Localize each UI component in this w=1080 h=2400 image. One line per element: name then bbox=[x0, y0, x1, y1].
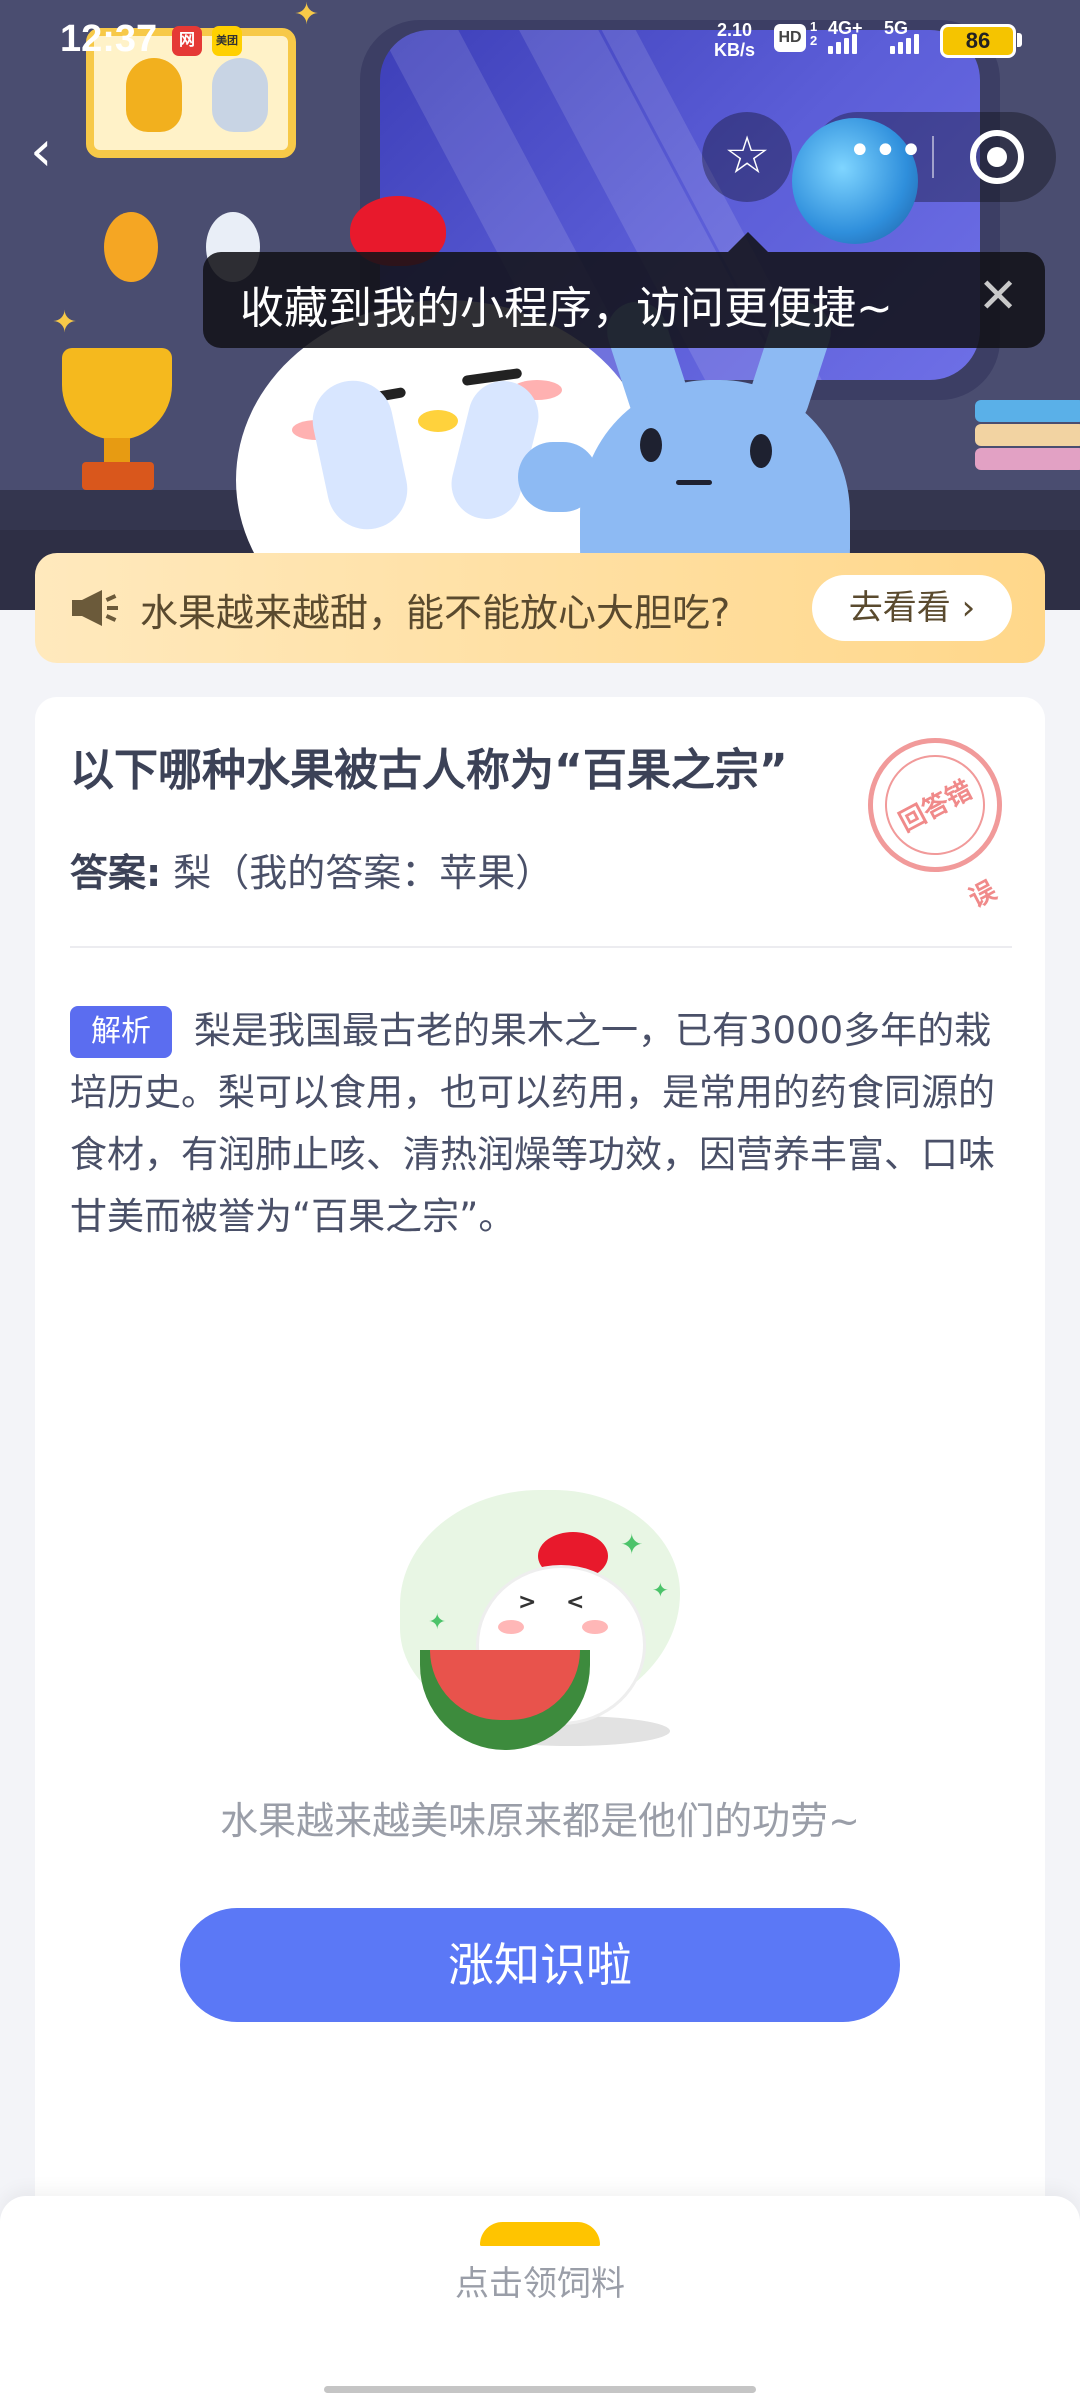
back-button[interactable]: ‹ bbox=[30, 124, 90, 184]
learn-more-button[interactable]: 涨知识啦 bbox=[180, 1908, 900, 2022]
notice-view-button[interactable]: 去看看 › bbox=[812, 575, 1012, 641]
divider bbox=[70, 946, 1012, 948]
capsule-divider bbox=[932, 136, 934, 178]
claim-feed-label[interactable]: 点击领饲料 bbox=[0, 2256, 1080, 2305]
books-icon bbox=[975, 400, 1080, 490]
hen-eye: > bbox=[518, 1590, 537, 1615]
favorite-star-button[interactable]: ☆ bbox=[702, 112, 792, 202]
battery-tip bbox=[1017, 33, 1022, 47]
rabbit-mouth bbox=[676, 480, 712, 485]
question-title: 以下哪种水果被古人称为“百果之宗” bbox=[70, 745, 788, 796]
sparkle-icon: ✦ bbox=[620, 1528, 644, 1561]
sim-slot-label: 1 2 bbox=[810, 19, 818, 48]
network-4g-label: 4G+ bbox=[828, 18, 863, 38]
meituan-app-icon: 美团 bbox=[212, 26, 242, 56]
notice-text: 水果越来越甜，能不能放心大胆吃? bbox=[140, 591, 731, 635]
sparkle-icon: ✦ bbox=[428, 1610, 447, 1635]
analysis-badge: 解析 bbox=[70, 1006, 172, 1058]
rabbit-eye bbox=[640, 428, 662, 462]
answer-label: 答案: bbox=[70, 851, 162, 895]
net-speed-value: 2.10 bbox=[716, 20, 753, 40]
rabbit-hand bbox=[518, 442, 598, 512]
sparkle-icon: ✦ bbox=[652, 1578, 669, 1602]
trophy-base bbox=[82, 462, 154, 490]
more-options-button[interactable]: ••• bbox=[848, 128, 925, 174]
close-program-button[interactable] bbox=[970, 130, 1024, 184]
trophy-stem bbox=[104, 438, 130, 464]
analysis-text: 梨是我国最古老的果木之一，已有3000多年的栽培历史。梨可以食用，也可以药用，是… bbox=[70, 1009, 995, 1238]
battery-icon: 86 bbox=[940, 24, 1016, 58]
network-5g-label: 5G bbox=[884, 18, 909, 38]
hd-icon: HD bbox=[774, 24, 806, 52]
hen-cheek bbox=[498, 1620, 524, 1634]
status-time: 12:37 bbox=[60, 18, 158, 60]
bronze-medal-icon bbox=[104, 212, 158, 282]
tooltip-text: 收藏到我的小程序，访问更便捷~ bbox=[240, 283, 893, 334]
sparkle-icon: ✦ bbox=[52, 305, 78, 340]
tooltip-arrow bbox=[728, 232, 768, 252]
stamp-text: 回答错误 bbox=[867, 737, 1003, 914]
status-bar: 12:37 网 美团 2.10 KB/s HD 1 2 4G+ 5G 86 bbox=[0, 0, 1080, 84]
illustration-caption: 水果越来越美味原来都是他们的功劳~ bbox=[220, 1799, 860, 1843]
bank-app-icon: 网 bbox=[172, 26, 202, 56]
hen-cheek bbox=[582, 1620, 608, 1634]
trophy-icon bbox=[62, 348, 172, 440]
rabbit-eye bbox=[750, 434, 772, 468]
megaphone-icon bbox=[72, 590, 118, 626]
net-speed: 2.10 KB/s bbox=[714, 20, 755, 60]
answer-row: 答案: 梨（我的答案：苹果） bbox=[70, 842, 553, 897]
chevron-up-icon[interactable] bbox=[480, 2222, 600, 2246]
net-speed-unit: KB/s bbox=[714, 40, 756, 60]
tooltip-close-button[interactable]: ✕ bbox=[978, 266, 1018, 326]
watermelon-flesh bbox=[430, 1650, 580, 1720]
chick-beak bbox=[418, 410, 458, 432]
home-indicator[interactable] bbox=[324, 2386, 756, 2393]
hen-eye: < bbox=[566, 1590, 585, 1615]
answer-text: 梨（我的答案：苹果） bbox=[173, 851, 554, 895]
